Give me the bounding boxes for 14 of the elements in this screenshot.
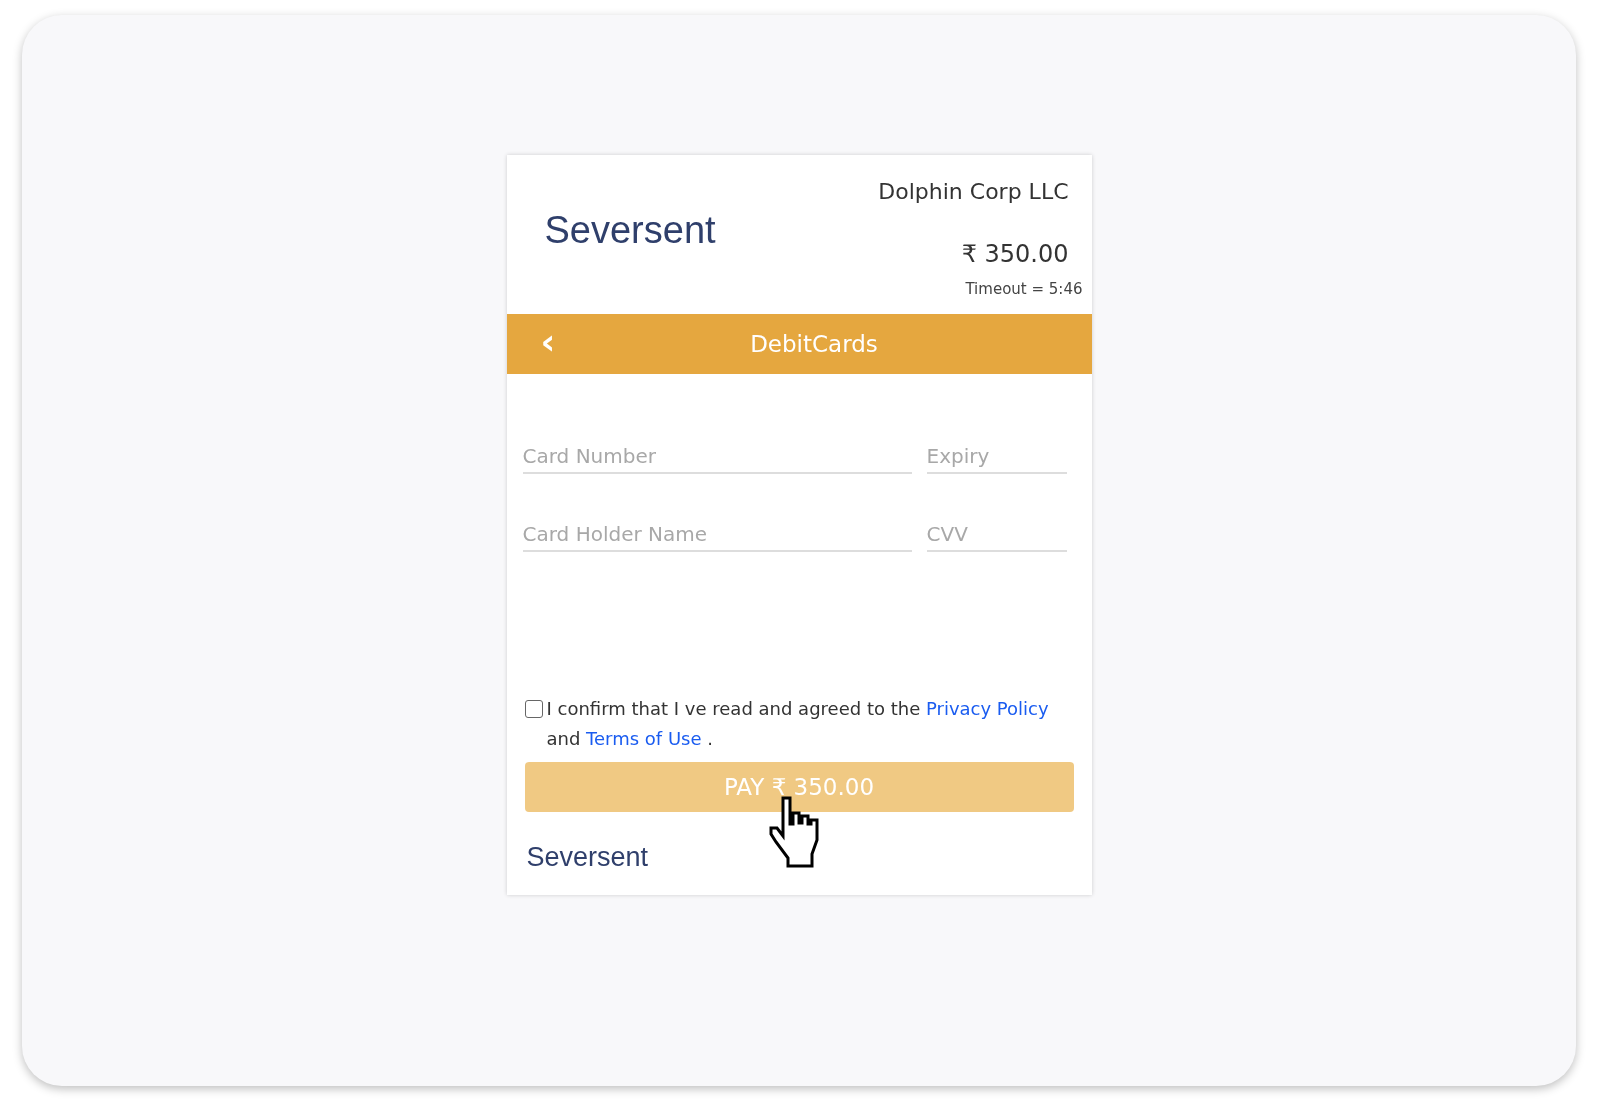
timeout-text: Timeout = 5:46: [965, 280, 1083, 298]
method-title: DebitCards: [750, 331, 878, 357]
policy-link[interactable]: Terms of Use: [586, 728, 702, 749]
text-field[interactable]: Card Number: [522, 444, 912, 474]
brand-logo: Seversent: [544, 209, 716, 252]
text-field[interactable]: Card Holder Name: [522, 522, 912, 552]
text-field[interactable]: CVV: [926, 522, 1067, 552]
amount-text: ₹ 350.00: [961, 240, 1069, 268]
text-field[interactable]: Expiry: [926, 444, 1067, 474]
consent-checkbox[interactable]: [524, 700, 543, 718]
consent-text: I confirm that I ve read and agreed to the Privacy Policy and Terms of Use .: [546, 697, 1050, 751]
footer-logo: Seversent: [526, 842, 649, 873]
policy-link[interactable]: Privacy Policy: [925, 698, 1049, 719]
merchant-name: Dolphin Corp LLC: [878, 179, 1069, 204]
